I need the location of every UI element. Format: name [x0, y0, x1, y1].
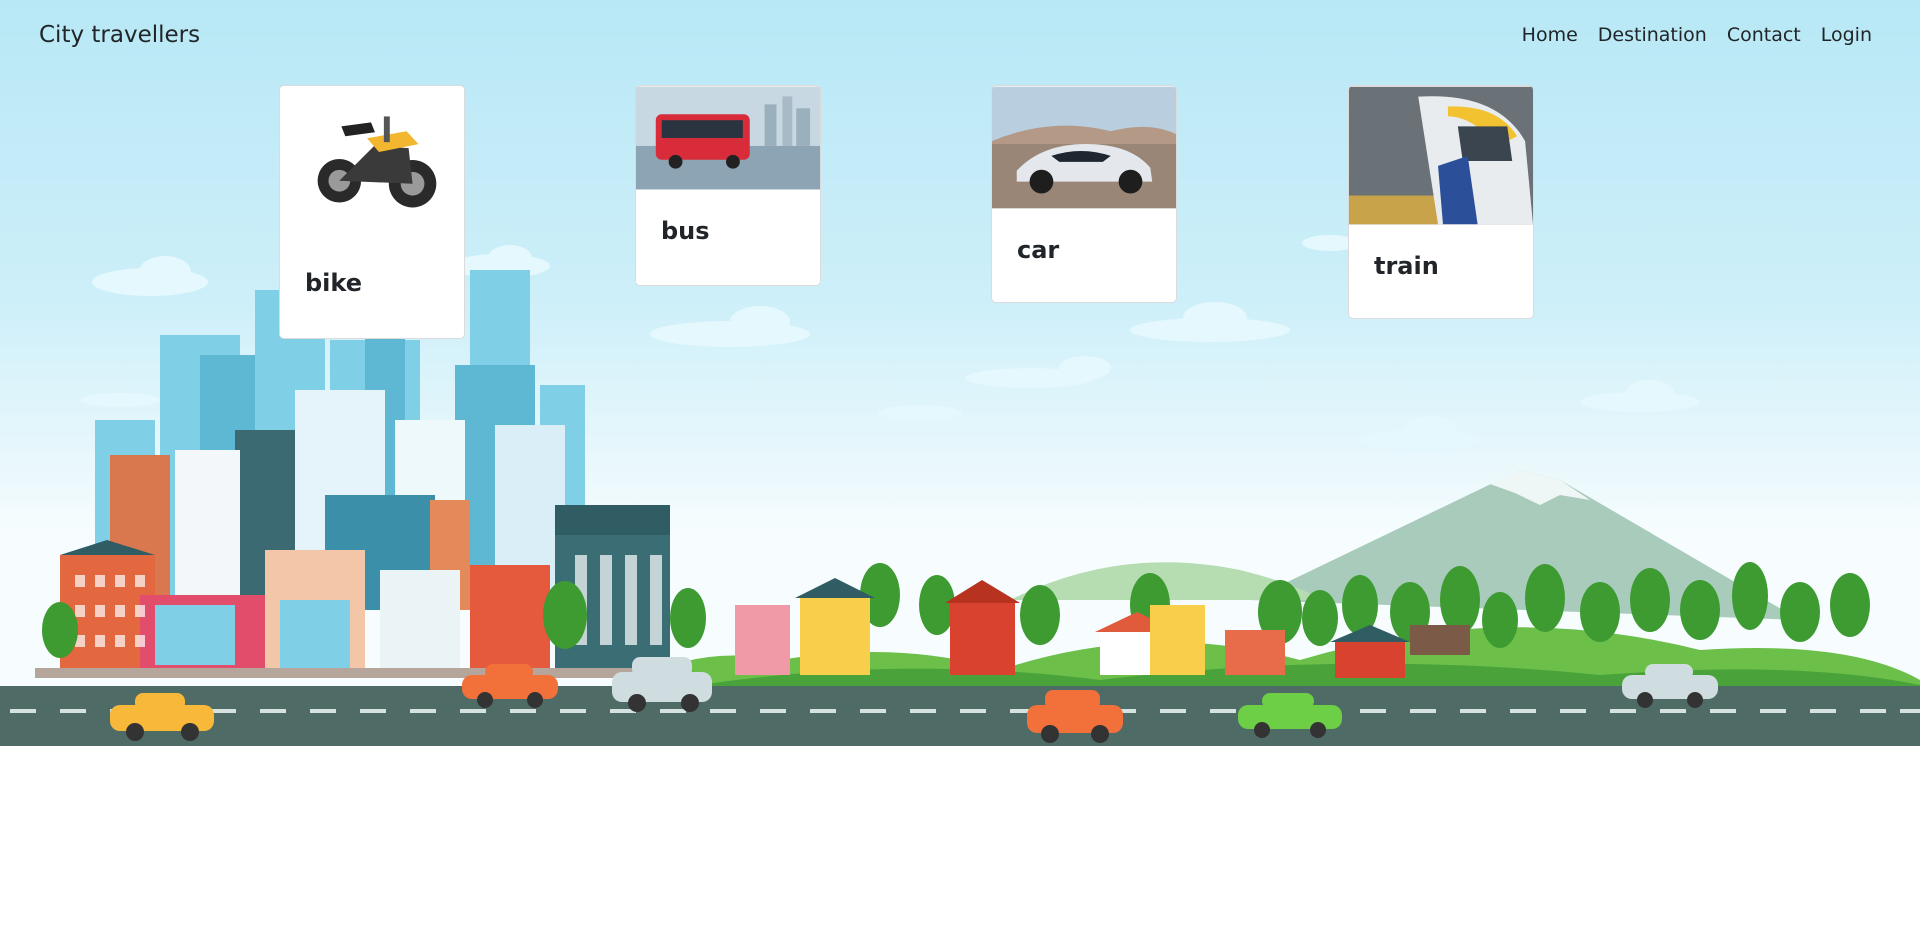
hero-background: City travellers Home Destination Contact…	[0, 0, 1920, 746]
navbar: City travellers Home Destination Contact…	[0, 0, 1920, 74]
card-title-train: train	[1374, 252, 1439, 280]
nav-link-login[interactable]: Login	[1821, 24, 1872, 46]
card-title-bus: bus	[661, 217, 710, 245]
card-bus[interactable]: bus	[635, 85, 821, 286]
train-image	[1349, 86, 1533, 225]
card-train[interactable]: train	[1348, 85, 1534, 319]
bike-image	[280, 86, 464, 226]
card-car[interactable]: car	[991, 85, 1177, 303]
nav-links: Home Destination Contact Login	[1522, 24, 1872, 46]
card-title-car: car	[1017, 236, 1060, 264]
nav-link-contact[interactable]: Contact	[1727, 24, 1801, 46]
brand-link[interactable]: City travellers	[39, 22, 200, 48]
nav-link-home[interactable]: Home	[1522, 24, 1578, 46]
bus-image	[636, 86, 820, 190]
car-image	[992, 86, 1176, 209]
card-bike[interactable]: bike	[279, 85, 465, 339]
card-title-bike: bike	[305, 269, 362, 297]
nav-link-destination[interactable]: Destination	[1598, 24, 1707, 46]
